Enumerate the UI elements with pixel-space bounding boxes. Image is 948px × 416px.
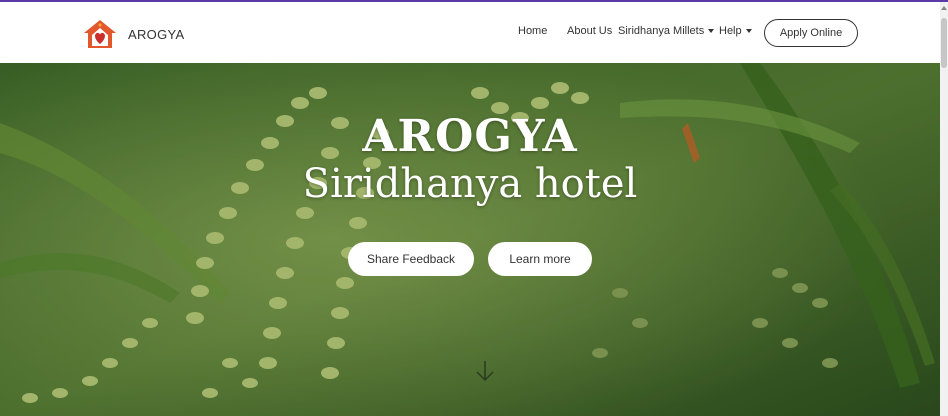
scrollbar-thumb[interactable]: [941, 18, 947, 68]
caret-down-icon: [708, 29, 715, 34]
nav-help-dropdown[interactable]: Help: [719, 25, 752, 37]
nav-millets-label: Siridhanya Millets: [618, 25, 705, 37]
page-scrollbar[interactable]: [940, 2, 948, 416]
hero-section: AROGYA Siridhanya hotel Share Feedback L…: [0, 63, 940, 416]
scroll-up-icon[interactable]: [941, 6, 947, 10]
nav-home-link[interactable]: Home: [518, 25, 547, 37]
nav-about-link[interactable]: About Us: [567, 25, 612, 37]
caret-down-icon: [745, 29, 752, 34]
nav-millets-dropdown[interactable]: Siridhanya Millets: [618, 25, 715, 37]
apply-online-button[interactable]: Apply Online: [764, 19, 858, 47]
share-feedback-button[interactable]: Share Feedback: [348, 242, 474, 276]
hero-title: AROGYA: [362, 111, 578, 162]
learn-more-button[interactable]: Learn more: [488, 242, 592, 276]
nav-help-label: Help: [719, 25, 742, 37]
arrow-down-icon[interactable]: [474, 359, 496, 385]
hero-subtitle: Siridhanya hotel: [302, 161, 638, 207]
navbar: AROGYA Home About Us Siridhanya Millets …: [0, 2, 940, 64]
